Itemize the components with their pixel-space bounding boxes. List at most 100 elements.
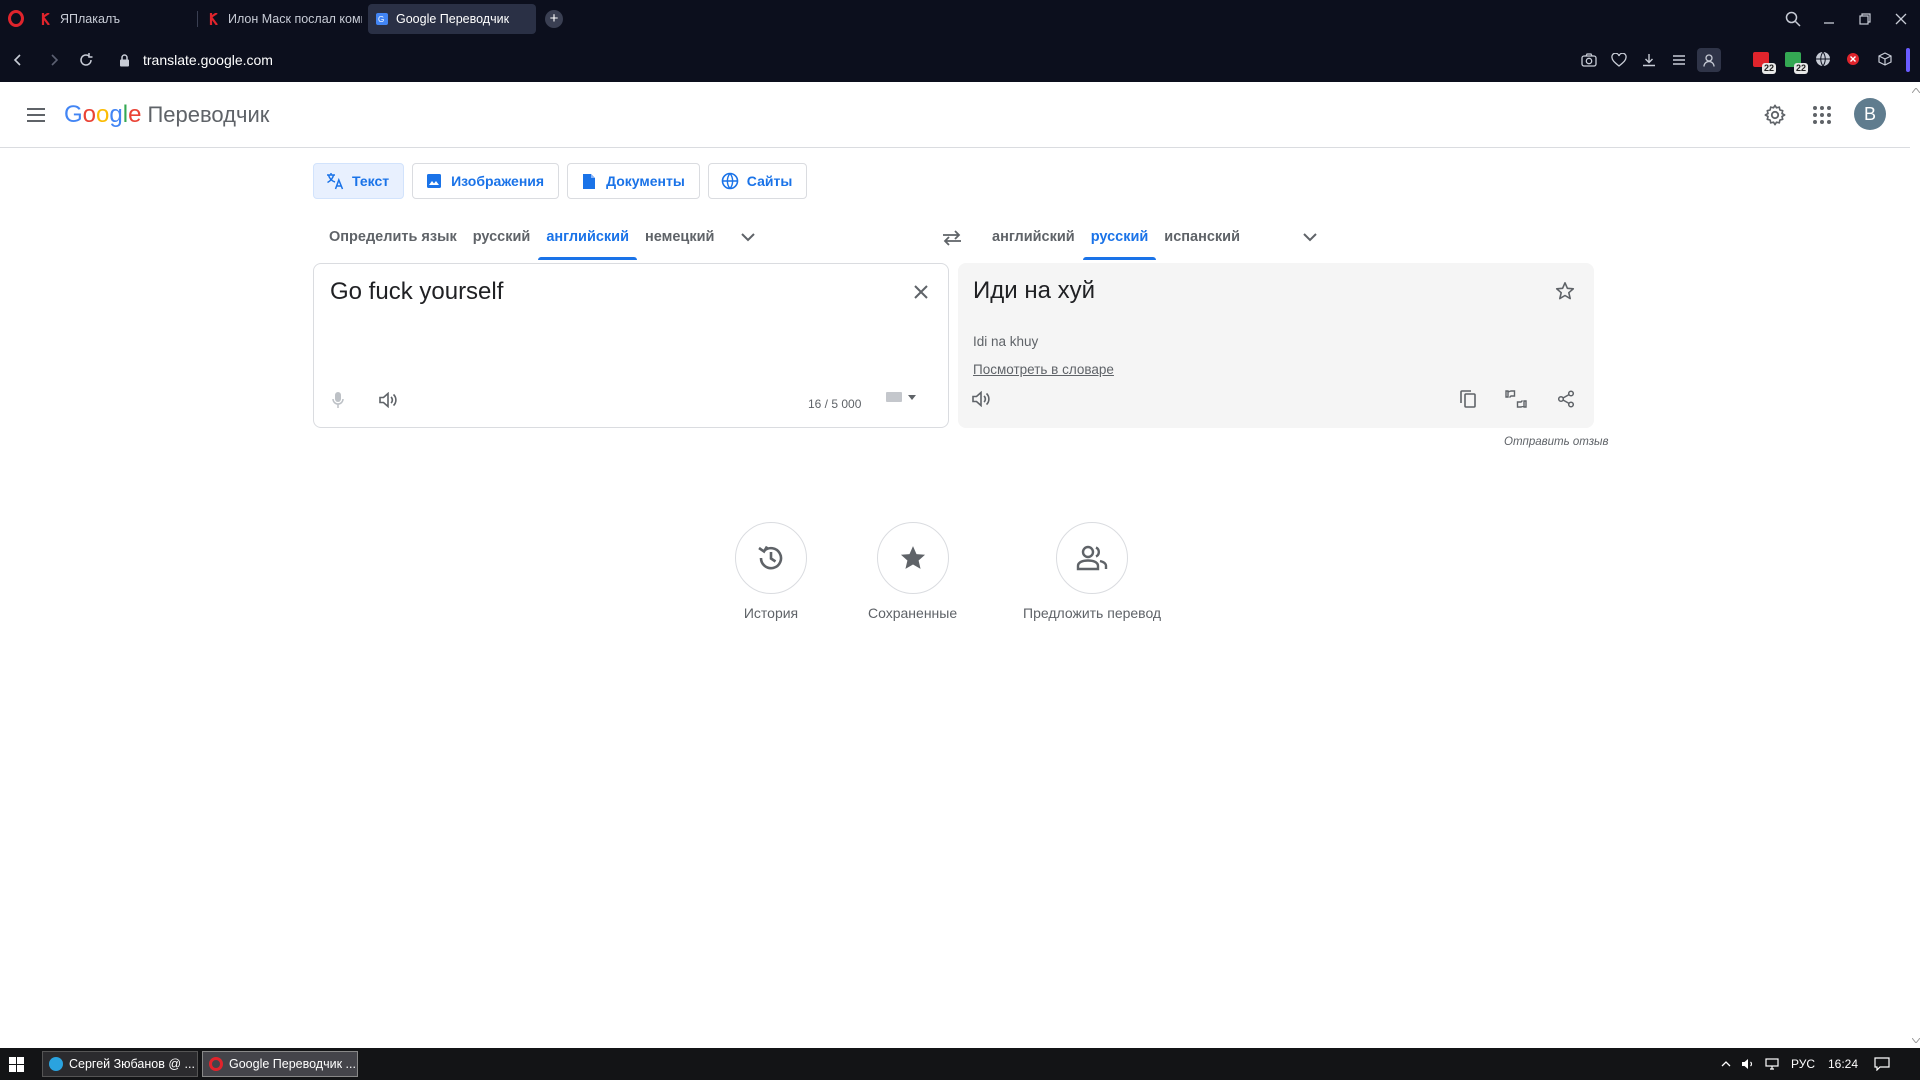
copy-translation-icon[interactable] xyxy=(1456,387,1480,411)
new-tab-button[interactable]: + xyxy=(545,10,563,28)
send-feedback-link[interactable]: Отправить отзыв xyxy=(1504,436,1609,448)
target-lang-spanish[interactable]: испанский xyxy=(1156,214,1248,260)
mail-extension-icon[interactable]: 22 xyxy=(1782,48,1808,74)
back-icon[interactable] xyxy=(8,50,28,70)
google-translate-favicon-icon: G xyxy=(376,13,388,25)
apps-grid-icon[interactable] xyxy=(1810,103,1834,127)
swap-languages-icon[interactable] xyxy=(940,226,964,250)
contribute-label: Предложить перевод xyxy=(1023,605,1162,621)
google-translate-logo[interactable]: Google Переводчик xyxy=(64,100,269,130)
restore-icon[interactable] xyxy=(1854,8,1876,30)
mode-text-button[interactable]: Текст xyxy=(313,163,405,199)
adblock-icon[interactable] xyxy=(1842,48,1864,70)
main-menu-icon[interactable] xyxy=(24,103,48,127)
heart-icon[interactable] xyxy=(1607,48,1631,72)
download-icon[interactable] xyxy=(1637,48,1661,72)
easy-setup-icon[interactable] xyxy=(1667,48,1691,72)
source-lang-more-chevron-down-icon[interactable] xyxy=(730,219,766,255)
source-lang-german[interactable]: немецкий xyxy=(637,214,722,260)
tab-google-translate[interactable]: G Google Переводчик xyxy=(368,4,536,34)
notifications-icon[interactable] xyxy=(1870,1048,1894,1080)
extensions-cube-icon[interactable] xyxy=(1874,48,1896,70)
saved-label: Сохраненные xyxy=(868,605,958,621)
input-tools-keyboard-icon[interactable] xyxy=(886,392,916,402)
mode-label: Сайты xyxy=(746,173,793,189)
history-label: История xyxy=(743,605,799,621)
scroll-down-arrow-icon[interactable] xyxy=(1911,1036,1920,1045)
start-button-windows-icon[interactable] xyxy=(9,1057,24,1072)
tray-overflow-chevron-up-icon[interactable] xyxy=(1718,1048,1734,1080)
share-icon[interactable] xyxy=(1554,387,1578,411)
forward-icon[interactable] xyxy=(44,50,64,70)
url-field[interactable]: translate.google.com xyxy=(143,49,273,71)
target-lang-english[interactable]: английский xyxy=(984,214,1083,260)
source-text-input[interactable]: Go fuck yourself xyxy=(330,278,503,306)
target-lang-more-chevron-down-icon[interactable] xyxy=(1292,219,1328,255)
scroll-up-arrow-icon[interactable] xyxy=(1911,86,1920,95)
source-lang-detect[interactable]: Определить язык xyxy=(321,214,465,260)
contribute-action[interactable]: Предложить перевод xyxy=(1023,522,1161,621)
settings-gear-icon[interactable] xyxy=(1763,103,1787,127)
taskbar-item-label: Google Переводчик ... xyxy=(229,1057,356,1071)
keyboard-language[interactable]: РУС xyxy=(1786,1048,1820,1080)
microphone-icon[interactable] xyxy=(326,388,350,412)
tab-label: Илон Маск послал комп xyxy=(228,12,362,26)
mode-sites-button[interactable]: Сайты xyxy=(707,163,808,199)
source-listen-speaker-icon[interactable] xyxy=(376,388,400,412)
address-bar: translate.google.com 22 22 xyxy=(0,38,1920,82)
rate-translation-icon[interactable] xyxy=(1504,387,1528,411)
vpn-globe-icon[interactable] xyxy=(1812,48,1834,70)
history-action[interactable]: История xyxy=(735,522,807,621)
account-avatar[interactable]: B xyxy=(1854,98,1886,130)
source-lang-english[interactable]: английский xyxy=(538,214,637,260)
history-icon xyxy=(758,545,783,570)
google-translate-page: Google Переводчик B Текст Изображения До… xyxy=(0,82,1920,1048)
search-tabs-icon[interactable] xyxy=(1782,8,1804,30)
tab-separator xyxy=(197,11,198,27)
profile-icon[interactable] xyxy=(1697,48,1721,72)
url-host: translate.google.com xyxy=(143,52,273,68)
snapshot-icon[interactable] xyxy=(1577,48,1601,72)
reload-icon[interactable] xyxy=(76,50,96,70)
contribute-button[interactable] xyxy=(1056,522,1129,594)
tab-label: Google Переводчик xyxy=(396,12,510,26)
transliteration-text: Idi na khuy xyxy=(973,334,1039,349)
product-name: Переводчик xyxy=(147,102,270,127)
mode-label: Текст xyxy=(352,173,390,189)
taskbar-telegram[interactable]: Сергей Зюбанов @ ... xyxy=(42,1051,198,1077)
yaplakal-favicon-icon xyxy=(40,13,52,25)
translation-listen-speaker-icon[interactable] xyxy=(969,387,993,411)
tab-yaplakal[interactable]: ЯПлакалъ xyxy=(32,4,192,34)
taskbar-opera[interactable]: Google Переводчик ... xyxy=(202,1051,358,1077)
history-button[interactable] xyxy=(735,522,807,594)
minimize-icon[interactable] xyxy=(1818,8,1840,30)
close-window-icon[interactable] xyxy=(1890,8,1912,30)
globe-icon xyxy=(721,172,739,190)
sidebar-accent xyxy=(1906,48,1910,72)
opera-icon xyxy=(209,1057,223,1071)
saved-action[interactable]: Сохраненные xyxy=(868,522,957,621)
logo-letter: o xyxy=(82,101,97,128)
save-translation-star-icon[interactable] xyxy=(1553,279,1577,303)
people-icon xyxy=(1076,545,1108,571)
clear-text-close-icon[interactable] xyxy=(909,280,933,304)
mode-documents-button[interactable]: Документы xyxy=(567,163,700,199)
mode-images-button[interactable]: Изображения xyxy=(412,163,560,199)
lock-icon[interactable] xyxy=(114,50,134,70)
view-in-dictionary-link[interactable]: Посмотреть в словаре xyxy=(973,362,1114,377)
mode-label: Документы xyxy=(606,173,685,189)
logo-letter: G xyxy=(64,101,83,128)
telegram-icon xyxy=(49,1057,63,1071)
tab-elon-musk[interactable]: Илон Маск послал комп xyxy=(200,4,362,34)
saved-button[interactable] xyxy=(876,522,949,594)
network-icon[interactable] xyxy=(1762,1048,1782,1080)
image-icon xyxy=(425,172,443,190)
target-lang-russian[interactable]: русский xyxy=(1082,214,1157,260)
page-header: Google Переводчик B xyxy=(0,82,1910,148)
clock[interactable]: 16:24 xyxy=(1826,1048,1860,1080)
translation-panel: Иди на хуй Idi na khuy Посмотреть в слов… xyxy=(958,263,1594,428)
source-lang-russian[interactable]: русский xyxy=(465,214,539,260)
opera-logo-icon[interactable] xyxy=(8,10,24,27)
calendar-extension-icon[interactable]: 22 xyxy=(1750,48,1776,74)
volume-icon[interactable] xyxy=(1738,1048,1758,1080)
